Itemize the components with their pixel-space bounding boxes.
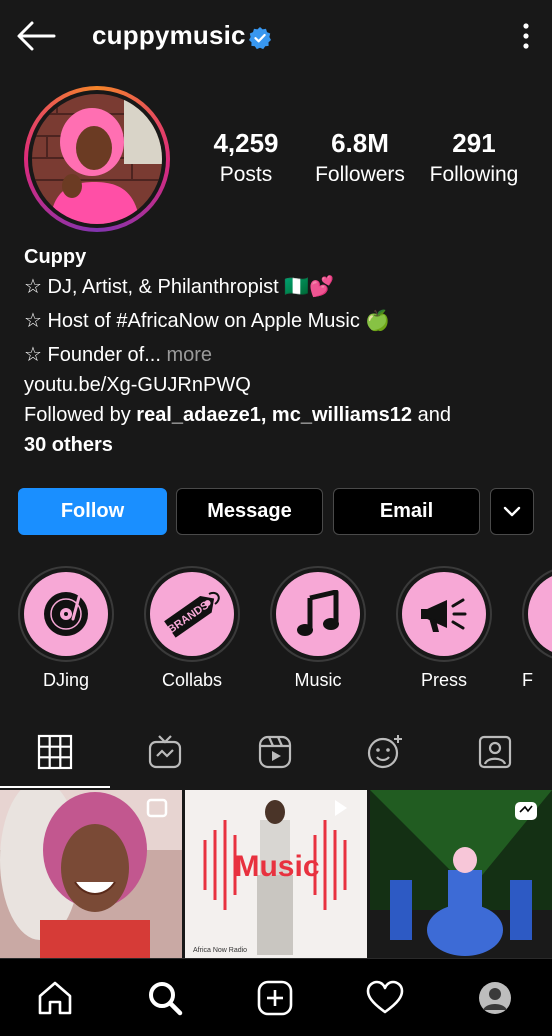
more-options-icon[interactable] [516,20,536,52]
post-thumbnail[interactable] [370,790,552,958]
bio-line-2: ☆ Host of #AfricaNow on Apple Music 🍏 [24,310,391,332]
svg-text:Music: Music [234,850,319,883]
follow-button[interactable]: Follow [18,488,167,535]
profile-tabs [0,716,552,788]
tab-effects[interactable] [330,716,440,788]
posts-count[interactable]: 4,259 Posts [200,126,292,190]
tab-tagged[interactable] [440,716,550,788]
verified-badge-icon [249,27,271,50]
post-thumbnail[interactable] [0,790,182,958]
home-icon [38,981,72,1015]
message-button[interactable]: Message [176,488,323,535]
nav-home[interactable] [0,959,110,1036]
highlight-collabs[interactable]: BRANDS Collabs [144,566,240,691]
followed-by-others[interactable]: 30 others [24,434,113,456]
profile-avatar-icon [479,982,511,1014]
add-post-icon [257,980,293,1016]
bio-line-3-text: ☆ Founder of... [24,344,161,366]
bottom-navigation [0,958,552,1036]
grid-icon [37,734,73,770]
followed-by: Followed by real_adaeze1, mc_williams12 … [24,404,451,426]
music-note-icon [297,590,339,636]
reels-icon [258,735,292,769]
followers-count[interactable]: 6.8M Followers [306,126,414,190]
tab-reels[interactable] [220,716,330,788]
profile-photo [32,94,162,224]
nav-search[interactable] [110,959,220,1036]
heart-icon [366,980,404,1014]
email-button[interactable]: Email [333,488,480,535]
bio-website-link[interactable]: youtu.be/Xg-GUJRnPWQ [24,370,539,400]
bio-line-1: ☆ DJ, Artist, & Philanthropist 🇳🇬💕 [24,276,335,298]
tab-grid[interactable] [0,716,110,788]
back-arrow-icon[interactable] [14,18,58,54]
post-thumbnail[interactable]: Music Africa Now Radio [185,790,367,958]
chevron-down-icon [503,506,521,516]
tab-igtv[interactable] [110,716,220,788]
bio-more-link[interactable]: more [161,344,212,366]
profile-username: cuppymusic [92,20,246,50]
followed-by-users[interactable]: real_adaeze1, mc_williams12 [136,404,412,426]
highlight-partial[interactable]: F [522,566,552,691]
tagged-icon [478,735,512,769]
brands-tag-icon: BRANDS [164,592,220,638]
nav-profile[interactable] [440,959,550,1036]
effects-icon [367,735,402,769]
bio-line-3: ☆ Founder of... more [24,340,539,370]
highlight-music[interactable]: Music [270,566,366,691]
highlight-djing[interactable]: DJing [18,566,114,691]
post-grid: Music Africa Now Radio [0,790,552,958]
igtv-icon [148,735,182,769]
megaphone-icon [421,598,467,632]
search-icon [149,982,183,1016]
nav-activity[interactable] [330,959,440,1036]
highlight-press[interactable]: Press [396,566,492,691]
suggested-accounts-button[interactable] [490,488,534,535]
top-bar: cuppymusic [0,0,552,76]
profile-name: Cuppy [24,246,87,268]
profile-bio: Cuppy ☆ DJ, Artist, & Philanthropist 🇳🇬💕… [24,242,539,460]
svg-text:Africa Now Radio: Africa Now Radio [193,947,247,954]
vinyl-record-icon [44,592,88,636]
following-count[interactable]: 291 Following [424,126,524,190]
active-tab-indicator [0,786,110,788]
nav-create[interactable] [220,959,330,1036]
profile-avatar[interactable] [24,86,170,232]
